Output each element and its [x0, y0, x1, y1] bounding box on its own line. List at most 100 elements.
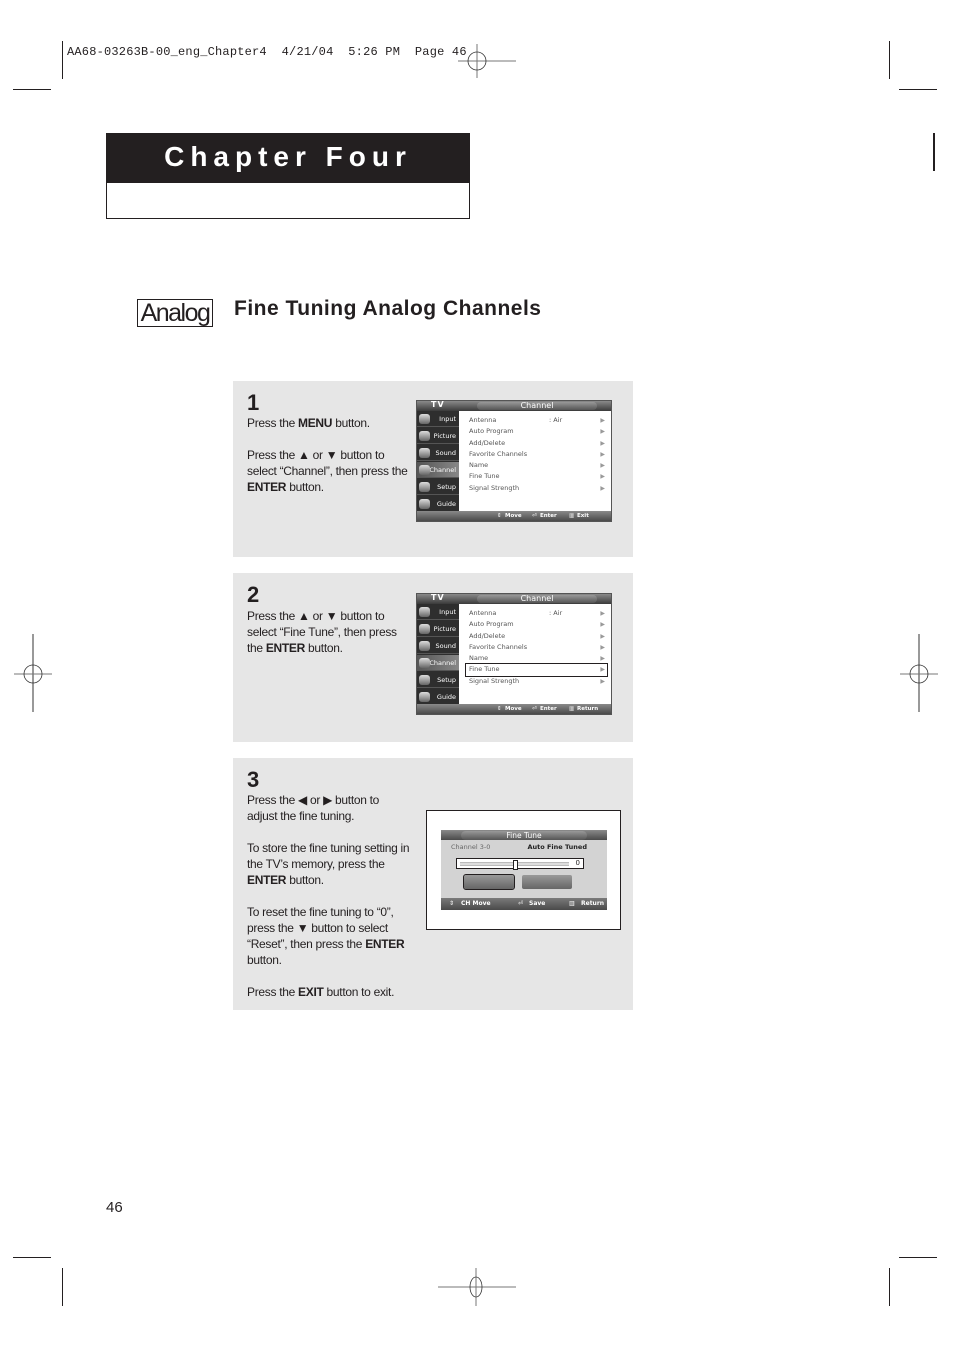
osd-sidebar-item-channel[interactable]: Channel [417, 655, 459, 671]
osd-item-label: Fine Tune [469, 472, 500, 481]
menu-icon: ▥ [569, 900, 575, 907]
osd-sidebar-item-picture[interactable]: Picture [417, 621, 459, 637]
osd-sidebar-item-setup[interactable]: Setup [417, 672, 459, 688]
footer-return: Return [581, 900, 605, 907]
osd-menu-item[interactable]: Auto Program ▶ [469, 426, 607, 437]
arrow-right-icon: ▶ [600, 621, 605, 629]
osd-menu-item[interactable]: Favorite Channels ▶ [469, 449, 607, 460]
arrow-right-icon: ▶ [600, 632, 605, 640]
slug-page: Page 46 [414, 45, 467, 59]
osd-footer-enter: Enter [540, 513, 557, 519]
chapter-header-box: Chapter Four [106, 133, 470, 219]
osd-menu-item[interactable]: Name ▶ [469, 460, 607, 471]
osd-sidebar-label: Setup [437, 676, 456, 684]
fine-tune-slider[interactable]: 0 [456, 858, 584, 870]
osd-button-reset[interactable] [522, 875, 572, 889]
osd-menu-item[interactable]: Favorite Channels ▶ [469, 642, 607, 653]
crop-mark [62, 41, 63, 79]
enter-icon: ⏎ [518, 900, 524, 907]
osd-item-label: Add/Delete [469, 631, 506, 640]
osd-sidebar-item-picture[interactable]: Picture [417, 428, 459, 444]
osd-sidebar-label: Channel [429, 466, 456, 474]
instruction-paragraph: To store the fine tuning setting in the … [247, 841, 410, 887]
osd-footer-exit: Exit [577, 513, 589, 519]
print-slug: AA68-03263B-00_eng_Chapter4 4/21/04 5:26… [67, 45, 467, 59]
channel-icon [419, 658, 430, 668]
button-name: MENU [298, 416, 333, 430]
osd-menu-list: Antenna : Air ▶ Auto Program ▶ Add/Delete ▶ Fav… [465, 608, 608, 687]
osd-button-save[interactable] [463, 874, 515, 890]
osd-item-value: : Air [549, 609, 563, 617]
slider-thumb[interactable] [512, 860, 518, 870]
step-instructions: Press the ◀ or ▶ button to adjust the fi… [247, 792, 412, 1016]
osd-menu-item[interactable]: Antenna: Air ▶ [469, 415, 607, 426]
osd-sidebar-item-input[interactable]: Input [417, 604, 459, 620]
ch-icon: ⇕ [449, 900, 455, 907]
crop-mark [899, 1257, 937, 1258]
osd-sidebar: Input Picture Sound Channel Setup Guide [417, 604, 459, 705]
arrow-right-icon: ▶ [600, 655, 605, 663]
osd-sidebar-item-guide[interactable]: Guide [417, 689, 459, 705]
osd-sidebar-label: Picture [433, 625, 456, 633]
osd-item-label: Signal Strength [469, 676, 520, 685]
osd-footer: ⇕ CH Move ⏎ Save ▥ Return [441, 898, 607, 910]
channel-icon [419, 465, 430, 475]
osd-source-label: TV [431, 593, 445, 602]
osd-menu-item[interactable]: Signal Strength ▶ [469, 483, 607, 494]
menu-icon: ▥ [569, 706, 575, 712]
osd-sidebar-label: Guide [436, 693, 456, 701]
slug-file: AA68-03263B-00_eng_Chapter4 [67, 45, 267, 59]
osd-menu-item[interactable]: Fine Tune ▶ [465, 663, 608, 677]
registration-mark-icon [14, 634, 52, 712]
footer-save: Save [529, 900, 546, 907]
osd-sidebar-item-input[interactable]: Input [417, 411, 459, 427]
crop-mark [13, 89, 51, 90]
osd-sidebar-item-sound[interactable]: Sound [417, 638, 459, 654]
button-name: ENTER [247, 480, 287, 494]
footer-ch-move: CH Move [461, 900, 491, 907]
analog-badge: Analog [137, 299, 213, 327]
osd-menu-item[interactable]: Auto Program ▶ [469, 619, 607, 630]
osd-sidebar-item-guide[interactable]: Guide [417, 496, 459, 512]
move-icon: ⇕ [497, 513, 502, 519]
osd-item-label: Auto Program [469, 620, 514, 629]
step-number: 2 [247, 582, 260, 607]
osd-sidebar-item-channel[interactable]: Channel [417, 462, 459, 478]
instruction-paragraph: Press the MENU button. [247, 416, 370, 430]
sound-icon [419, 448, 430, 458]
osd-sidebar-item-setup[interactable]: Setup [417, 479, 459, 495]
fine-tune-status: Auto Fine Tuned [527, 843, 588, 851]
osd-sidebar-item-sound[interactable]: Sound [417, 445, 459, 461]
osd-menu-item[interactable]: Antenna: Air ▶ [469, 608, 607, 619]
move-icon: ⇕ [497, 706, 502, 712]
osd-sidebar-label: Sound [435, 449, 456, 457]
input-icon [419, 607, 430, 617]
arrow-right-icon: ▶ [600, 473, 605, 481]
osd-footer-enter: Enter [540, 706, 557, 712]
arrow-right-icon: ▶ [600, 439, 605, 447]
enter-icon: ⏎ [532, 706, 537, 712]
osd-menu-item[interactable]: Name ▶ [469, 653, 607, 664]
sound-icon [419, 641, 430, 651]
osd-menu-item[interactable]: Add/Delete ▶ [469, 631, 607, 642]
crop-mark [933, 133, 935, 171]
osd-item-label: Name [469, 461, 489, 470]
channel-label: Channel 3-0 [451, 843, 491, 851]
osd-menu-item[interactable]: Fine Tune ▶ [469, 471, 607, 482]
osd-item-label: Antenna [469, 609, 497, 617]
osd-menu-item[interactable]: Signal Strength ▶ [469, 676, 607, 687]
fine-tune-screenshot-frame: Fine Tune Channel 3-0 Auto Fine Tuned 0 … [426, 810, 621, 930]
chapter-title: Chapter Four [107, 134, 469, 183]
enter-icon: ⏎ [532, 513, 537, 519]
arrow-right-icon: ▶ [600, 417, 605, 424]
fine-tune-value: 0 [575, 859, 580, 867]
registration-mark-icon [438, 1268, 516, 1306]
arrow-right-icon: ▶ [600, 677, 605, 685]
osd-menu-item[interactable]: Add/Delete ▶ [469, 438, 607, 449]
button-name: ENTER [247, 873, 287, 887]
step-number: 1 [247, 390, 260, 415]
step-instructions: Press the MENU button. Press the ▲ or ▼ b… [247, 415, 412, 511]
osd-sidebar-label: Guide [436, 500, 456, 508]
instruction-paragraph: To reset the fine tuning to “0”, press t… [247, 905, 405, 967]
slug-time: 5:26 PM [348, 45, 401, 59]
